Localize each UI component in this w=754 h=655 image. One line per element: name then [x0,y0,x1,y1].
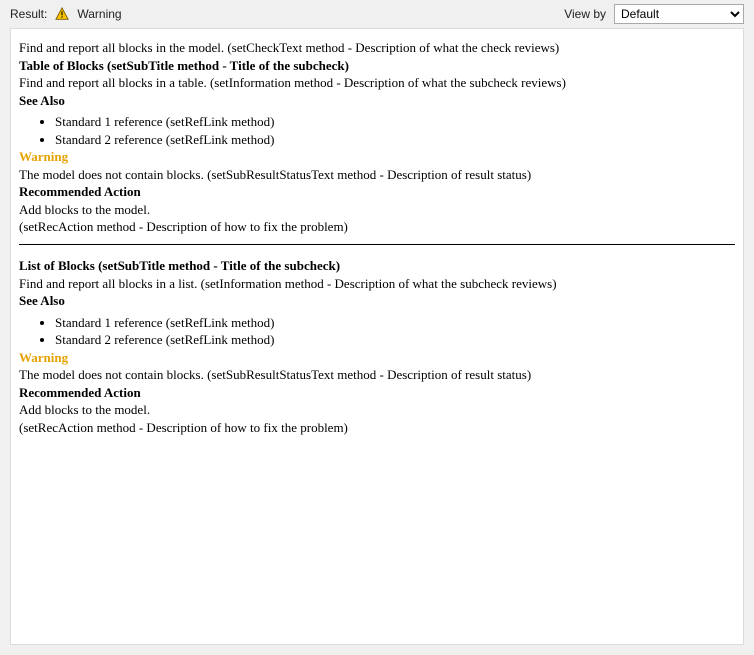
warning-heading: Warning [19,148,735,166]
warning-text: The model does not contain blocks. (setS… [19,166,735,184]
warning-icon [55,7,69,21]
see-also-heading: See Also [19,292,735,310]
reference-list: Standard 1 reference (setRefLink method)… [19,113,735,148]
recommended-action-line: (setRecAction method - Description of ho… [19,218,735,236]
result-header: Result: Warning View by Default [0,0,754,28]
result-header-right: View by Default [564,4,744,24]
subtitle: List of Blocks (setSubTitle method - Tit… [19,257,735,275]
result-status-text: Warning [77,7,121,21]
recommended-action-heading: Recommended Action [19,183,735,201]
recommended-action-line: (setRecAction method - Description of ho… [19,419,735,437]
information-text: Find and report all blocks in a list. (s… [19,275,735,293]
list-item: Standard 1 reference (setRefLink method) [55,314,735,332]
list-item: Standard 2 reference (setRefLink method) [55,131,735,149]
subtitle: Table of Blocks (setSubTitle method - Ti… [19,57,735,75]
recommended-action-heading: Recommended Action [19,384,735,402]
list-item: Standard 2 reference (setRefLink method) [55,331,735,349]
intro-text: Find and report all blocks in the model.… [19,39,735,57]
reference-list: Standard 1 reference (setRefLink method)… [19,314,735,349]
result-header-left: Result: Warning [10,7,122,21]
result-label: Result: [10,7,47,21]
viewby-label: View by [564,7,606,21]
section-divider [19,244,735,245]
warning-heading: Warning [19,349,735,367]
information-text: Find and report all blocks in a table. (… [19,74,735,92]
list-item: Standard 1 reference (setRefLink method) [55,113,735,131]
viewby-select[interactable]: Default [614,4,744,24]
recommended-action-line: Add blocks to the model. [19,401,735,419]
see-also-heading: See Also [19,92,735,110]
content-panel: Find and report all blocks in the model.… [10,28,744,645]
recommended-action-line: Add blocks to the model. [19,201,735,219]
warning-text: The model does not contain blocks. (setS… [19,366,735,384]
